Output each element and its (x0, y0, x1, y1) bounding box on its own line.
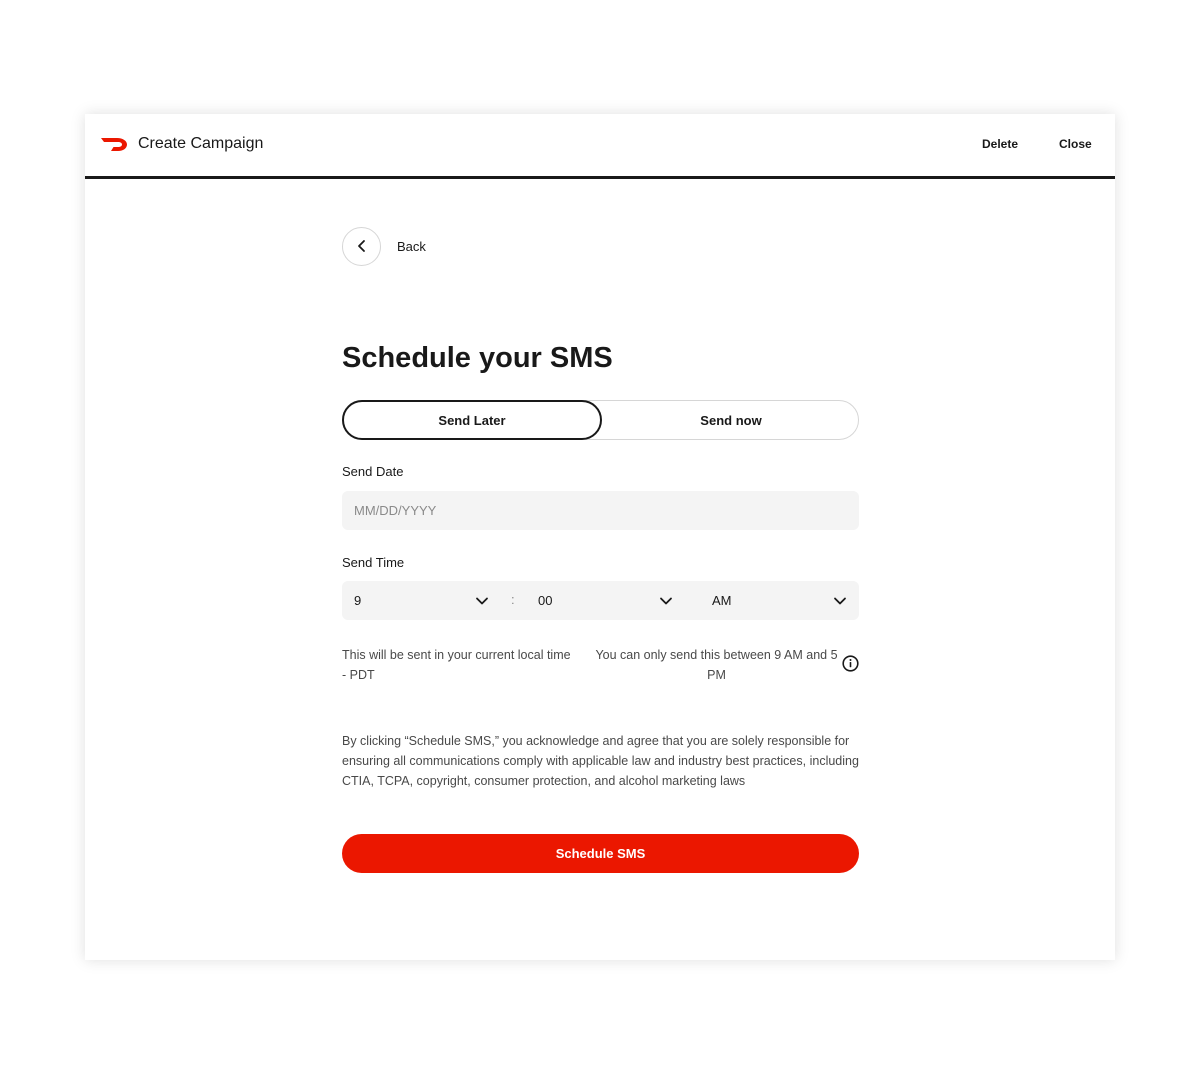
minute-value: 00 (538, 593, 553, 608)
minute-select[interactable]: 00 (538, 581, 673, 620)
back-control[interactable]: Back (342, 226, 426, 266)
send-time-row: 9 : 00 AM (342, 581, 859, 620)
schedule-mode-toggle: Send Later Send now (342, 400, 859, 440)
period-value: AM (712, 593, 732, 608)
legal-disclaimer: By clicking “Schedule SMS,” you acknowle… (342, 734, 859, 788)
hour-select[interactable]: 9 (354, 581, 489, 620)
chevron-left-icon (357, 240, 365, 252)
back-button[interactable] (342, 226, 381, 266)
back-label[interactable]: Back (397, 239, 426, 254)
hour-value: 9 (354, 593, 362, 608)
app-title: Create Campaign (138, 135, 264, 152)
chevron-down-icon (660, 597, 672, 605)
tab-send-now[interactable]: Send now (602, 400, 860, 440)
chevron-down-icon (834, 597, 846, 605)
send-date-label: Send Date (342, 464, 404, 479)
send-window-note: You can only send this between 9 AM and … (595, 648, 838, 682)
delete-button[interactable]: Delete (982, 136, 1018, 152)
timezone-note: This will be sent in your current local … (342, 648, 571, 682)
send-time-label: Send Time (342, 555, 405, 570)
time-separator: : (511, 592, 515, 607)
tab-send-later[interactable]: Send Later (342, 400, 602, 440)
send-date-input[interactable] (342, 491, 859, 530)
modal-header: Create Campaign Delete Close (85, 114, 1115, 179)
doordash-logo-icon (101, 138, 127, 151)
info-icon[interactable] (842, 655, 859, 672)
close-button[interactable]: Close (1059, 136, 1092, 152)
chevron-down-icon (476, 597, 488, 605)
page-title: Schedule your SMS (342, 342, 613, 374)
period-select[interactable]: AM (712, 581, 847, 620)
create-campaign-modal: Create Campaign Delete Close Back Schedu… (85, 114, 1115, 960)
schedule-sms-button[interactable]: Schedule SMS (342, 834, 859, 873)
